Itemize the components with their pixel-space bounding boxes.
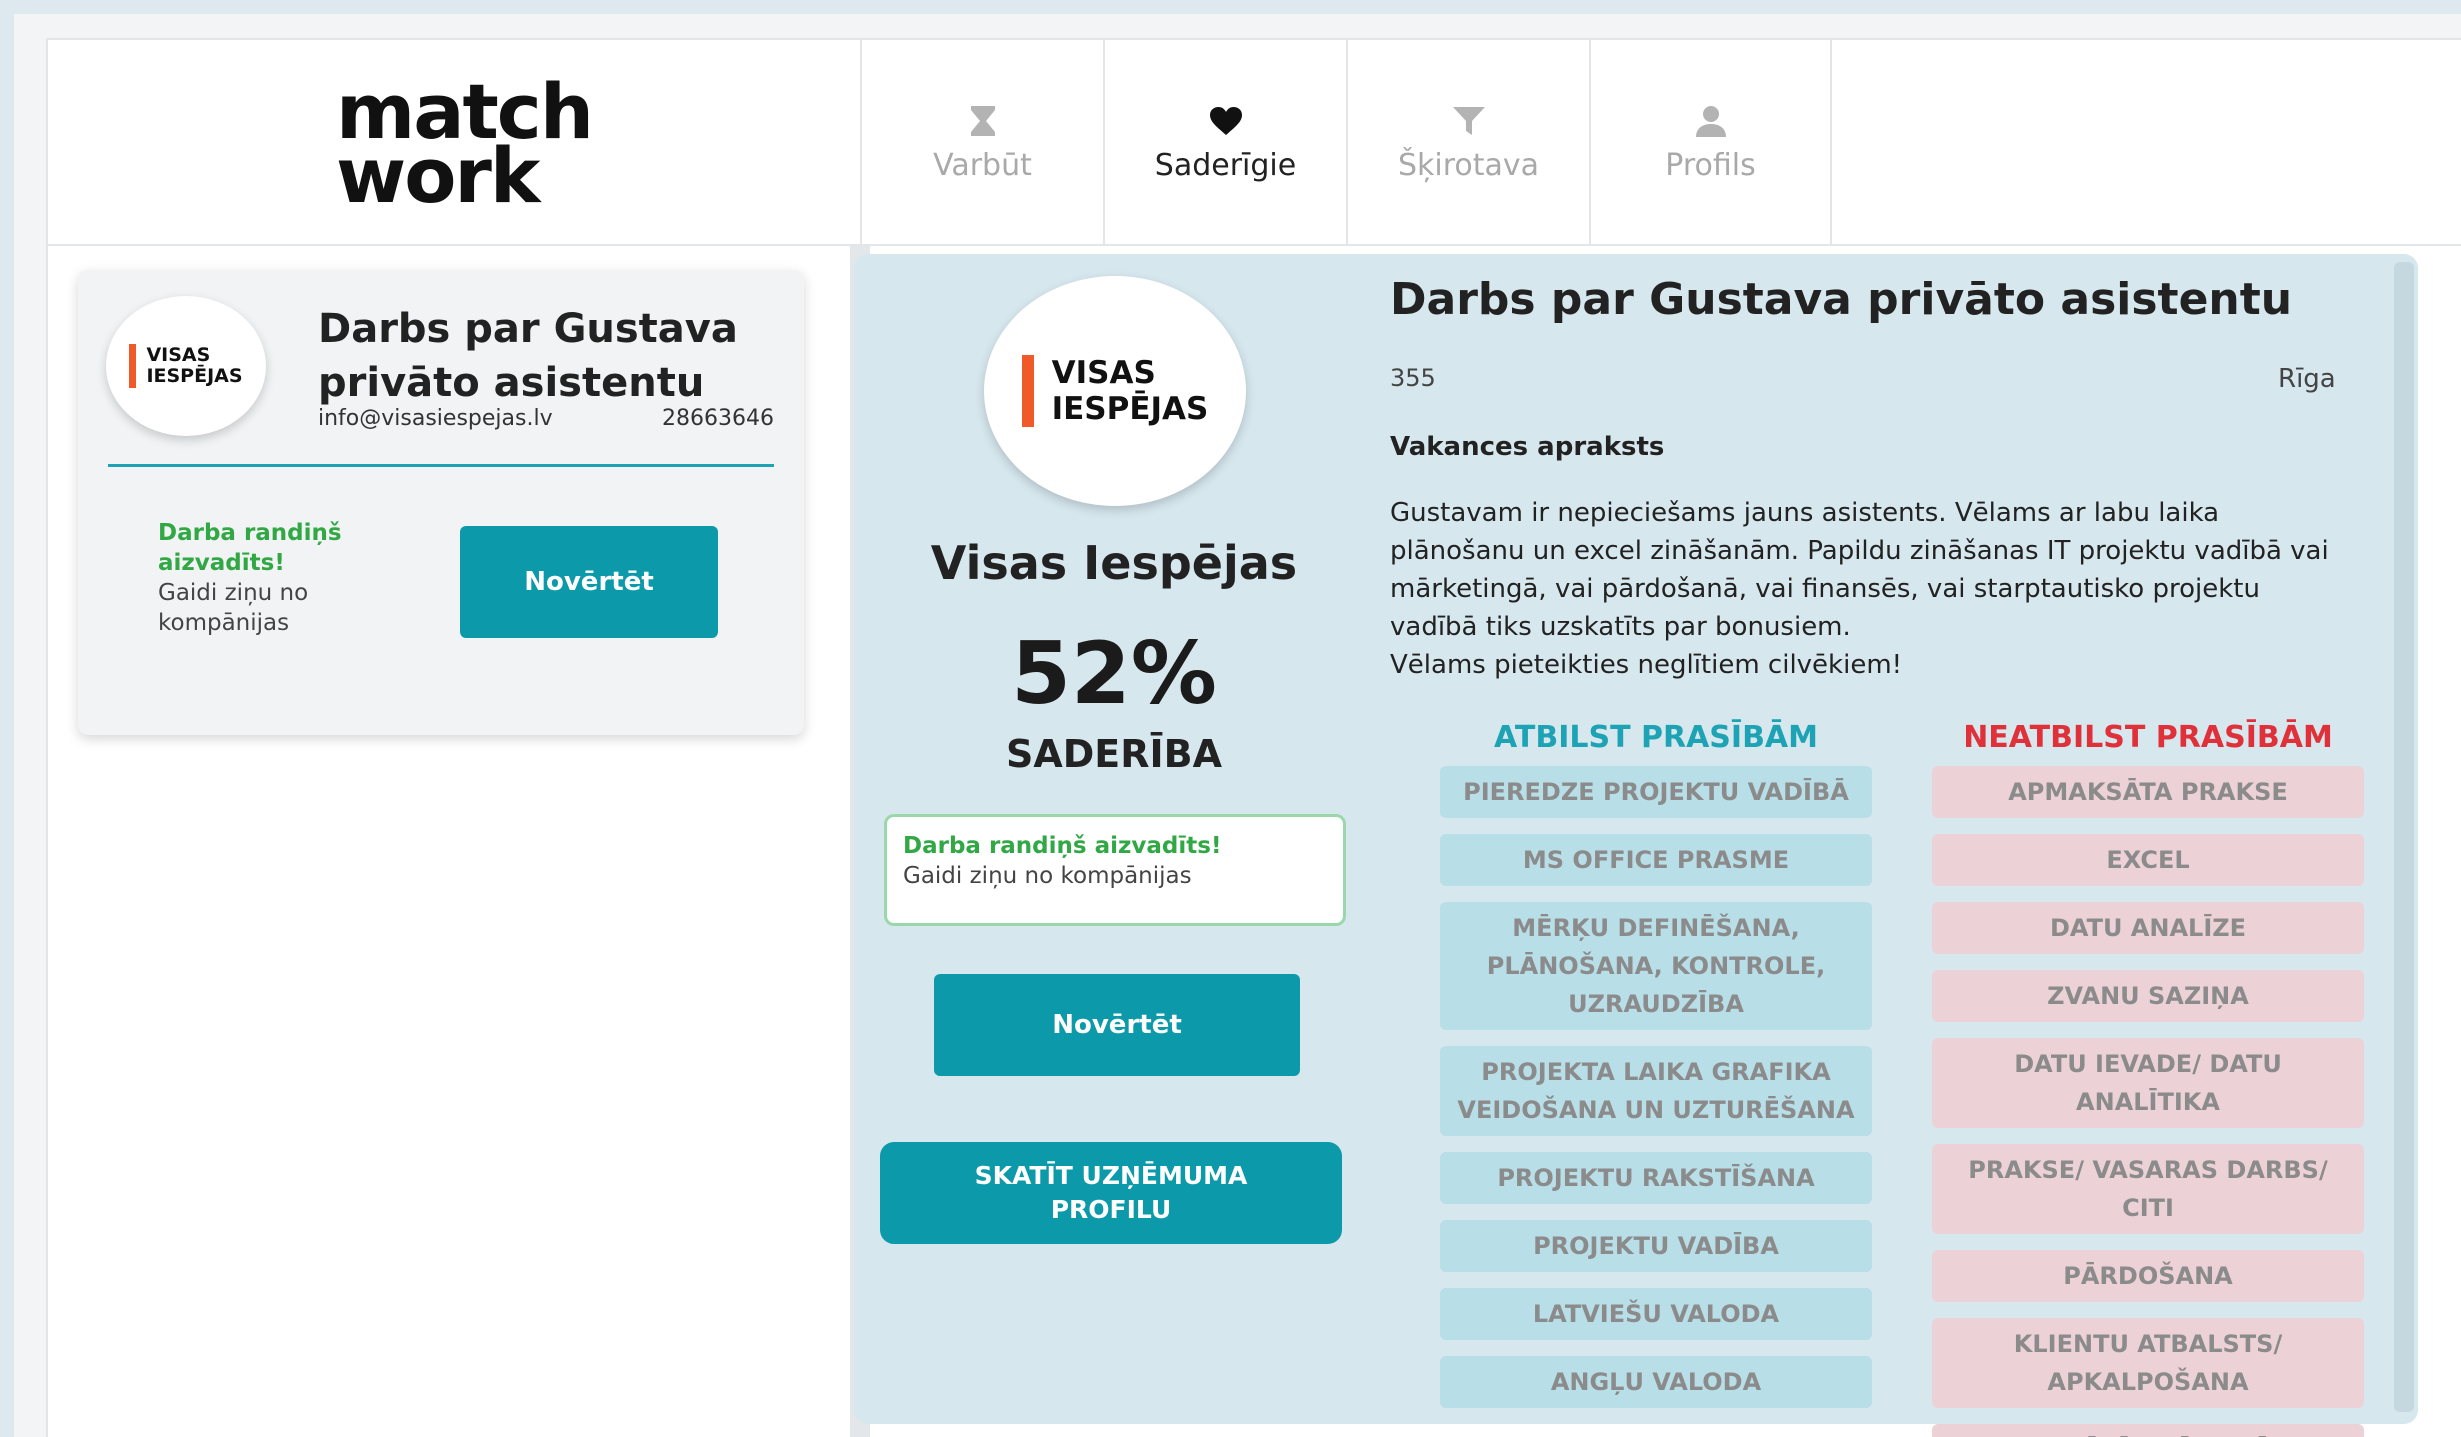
nav-item-saderigie[interactable]: Saderīgie: [1103, 40, 1346, 246]
requirement-tag: PROJEKTA LAIKA GRAFIKA VEIDOŠANA UN UZTU…: [1440, 1046, 1872, 1136]
requirement-tag: LATVIEŠU VALODA: [1440, 1288, 1872, 1340]
card-divider: [108, 464, 774, 467]
date-status-box: Darba randiņš aizvadīts! Gaidi ziņu no k…: [884, 814, 1346, 926]
card-phone: 28663646: [662, 406, 774, 431]
logo-bar: [129, 344, 137, 388]
description-heading: Vakances apraksts: [1390, 432, 1665, 462]
requirement-tag: PROJEKTU RAKSTĪŠANA: [1440, 1152, 1872, 1204]
job-number: 355: [1390, 364, 1436, 392]
matching-requirements: ATBILST PRASĪBĀM PIEREDZE PROJEKTU VADĪB…: [1440, 714, 1872, 1424]
main-nav: Varbūt Saderīgie Šķirotava Profils: [860, 40, 1832, 246]
nonmatching-heading: NEATBILST PRASĪBĀM: [1963, 720, 2333, 755]
matches-list: VISAS IESPĒJAS Darbs par Gustava privāto…: [48, 246, 850, 1437]
user-icon: [1695, 104, 1727, 138]
requirement-tag: PILNĪBĀ KLĀTIENĒ: [1932, 1424, 2364, 1437]
nav-item-profils[interactable]: Profils: [1589, 40, 1832, 246]
requirement-tag: DATU IEVADE/ DATU ANALĪTIKA: [1932, 1038, 2364, 1128]
nonmatching-requirements: NEATBILST PRASĪBĀM APMAKSĀTA PRAKSE EXCE…: [1932, 714, 2364, 1437]
card-job-title: Darbs par Gustava privāto asistentu: [318, 306, 738, 406]
requirement-tag: DATU ANALĪZE: [1932, 902, 2364, 954]
requirement-tag: ANGĻU VALODA: [1440, 1356, 1872, 1408]
requirement-tag: ZVANU SAZIŅA: [1932, 970, 2364, 1022]
requirement-tag: PROJEKTU VADĪBA: [1440, 1220, 1872, 1272]
top-header: match work Varbūt Saderīgie Šķirotava Pr…: [48, 40, 2461, 246]
requirement-tag: PIEREDZE PROJEKTU VADĪBĀ: [1440, 766, 1872, 818]
matching-heading: ATBILST PRASĪBĀM: [1493, 720, 1819, 755]
view-company-profile-button[interactable]: SKATĪT UZŅĒMUMA PROFILU: [880, 1142, 1342, 1244]
company-logo-large: VISAS IESPĒJAS: [984, 276, 1246, 506]
requirement-tag: PĀRDOŠANA: [1932, 1250, 2364, 1302]
nav-item-skirotava[interactable]: Šķirotava: [1346, 40, 1589, 246]
nav-item-varbut[interactable]: Varbūt: [860, 40, 1103, 246]
requirement-tag: KLIENTU ATBALSTS/ APKALPOŠANA: [1932, 1318, 2364, 1408]
card-email[interactable]: info@visasiespejas.lv: [318, 406, 553, 431]
company-logo: VISAS IESPĒJAS: [106, 296, 266, 436]
job-detail-panel: VISAS IESPĒJAS Visas Iespējas 52% SADERĪ…: [854, 254, 2418, 1437]
heart-icon: [1209, 104, 1243, 138]
match-card[interactable]: VISAS IESPĒJAS Darbs par Gustava privāto…: [78, 270, 804, 735]
job-location: Rīga: [2278, 364, 2336, 394]
requirement-tag: MS OFFICE PRASME: [1440, 834, 1872, 886]
company-name: Visas Iespējas: [930, 536, 1298, 590]
rate-button[interactable]: Novērtēt: [934, 974, 1300, 1076]
card-status: Darba randiņš aizvadīts! Gaidi ziņu no k…: [158, 520, 342, 636]
job-description: Gustavam ir nepieciešams jauns asistents…: [1390, 498, 2329, 680]
matchwork-logo[interactable]: match work: [336, 74, 594, 214]
logo-bar: [1021, 355, 1034, 427]
page-background: match work Varbūt Saderīgie Šķirotava Pr…: [14, 14, 2461, 1437]
requirement-tag: APMAKSĀTA PRAKSE: [1932, 766, 2364, 818]
hourglass-icon: [969, 104, 997, 138]
panel-scrollbar[interactable]: [2394, 262, 2414, 1412]
match-label: SADERĪBA: [1005, 732, 1223, 776]
requirement-tag: EXCEL: [1932, 834, 2364, 886]
funnel-icon: [1452, 104, 1486, 138]
card-rate-button[interactable]: Novērtēt: [460, 526, 718, 638]
job-title: Darbs par Gustava privāto asistentu: [1390, 274, 2293, 325]
match-percent: 52%: [1011, 624, 1217, 724]
requirement-tag: MĒRĶU DEFINĒŠANA, PLĀNOŠANA, KONTROLE, U…: [1440, 902, 1872, 1030]
requirement-tag: PRAKSE/ VASARAS DARBS/ CITI: [1932, 1144, 2364, 1234]
